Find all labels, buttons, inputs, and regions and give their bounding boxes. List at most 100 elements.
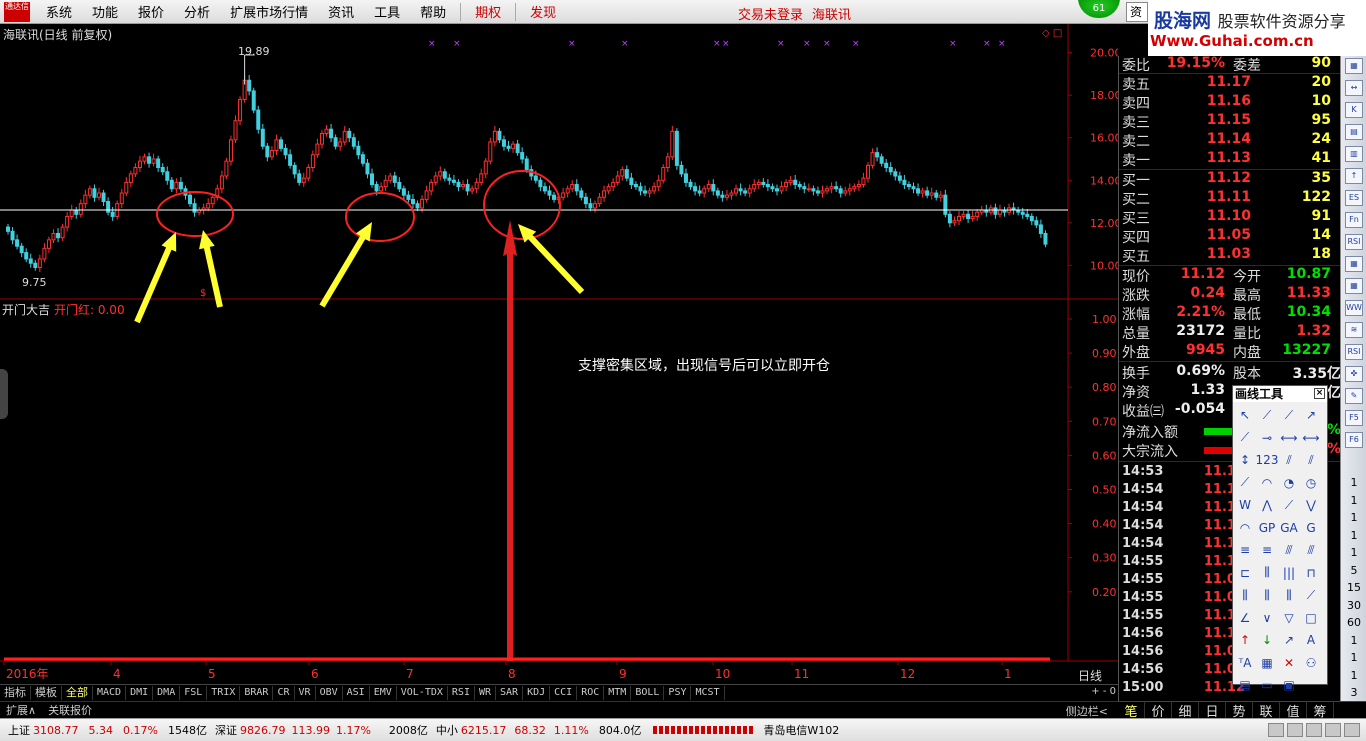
period-shortcut[interactable]: 60 — [1341, 616, 1366, 629]
menu-news[interactable]: 资讯 — [318, 2, 364, 21]
kline-chart-area[interactable]: 20.00 18.00 16.00 14.00 12.00 10.00 1.00 0.90 0.… — [0, 24, 1118, 685]
sell-level-row[interactable]: 卖三 11.15 95 — [1119, 112, 1341, 131]
draw-box-icon[interactable]: ⊓ — [1300, 562, 1322, 584]
mini-tab-detail[interactable]: 细 — [1172, 700, 1199, 720]
draw-text-a-icon[interactable]: A — [1300, 629, 1322, 651]
sell-level-row[interactable]: 卖四 11.16 10 — [1119, 93, 1341, 112]
menu-ext-market[interactable]: 扩展市场行情 — [220, 2, 318, 21]
period-label[interactable]: 日线 — [1078, 667, 1102, 684]
period-shortcut[interactable]: 1 — [1341, 634, 1366, 647]
period-shortcut[interactable]: 1 — [1341, 529, 1366, 542]
mini-tab-tick[interactable]: 笔 — [1118, 700, 1145, 720]
draw-golden-gp-icon[interactable]: GP — [1256, 517, 1278, 539]
ww-toolbar-icon[interactable]: WW — [1345, 300, 1363, 316]
draw-gann-2-icon[interactable]: ⫻ — [1300, 539, 1322, 561]
sz-index-label[interactable]: 深证 — [215, 722, 237, 738]
tab-macd[interactable]: MACD — [93, 685, 127, 700]
grid-toolbar-icon[interactable]: ▦ — [1345, 256, 1363, 272]
tab-mtm[interactable]: MTM — [604, 685, 632, 700]
menu-discover[interactable]: 发现 — [520, 2, 566, 21]
kline-toolbar-icon[interactable]: K — [1345, 102, 1363, 118]
draw-circle-icon[interactable]: ◔ — [1278, 472, 1300, 494]
period-shortcut[interactable]: 5 — [1341, 564, 1366, 577]
tab-dma[interactable]: DMA — [153, 685, 181, 700]
tab-indicator[interactable]: 指标 — [0, 685, 31, 700]
f5-toolbar-icon[interactable]: F5 — [1345, 410, 1363, 426]
tab-vr[interactable]: VR — [295, 685, 316, 700]
tab-kdj[interactable]: KDJ — [523, 685, 551, 700]
tab-psy[interactable]: PSY — [664, 685, 692, 700]
tab-fsl[interactable]: FSL — [180, 685, 208, 700]
period-shortcut[interactable]: 15 — [1341, 581, 1366, 594]
draw-check-icon[interactable]: ∨ — [1256, 607, 1278, 629]
tab-all[interactable]: 全部 — [62, 685, 93, 700]
drawing-tools-palette[interactable]: 画线工具 × ↖ ⟋ ⟋ ↗ ⟋ ⊸ ⟷ ⟷ ↕ 123 ⫽ ⫽ ⟋ ◠ ◔ ◷ W ⋀ ⟋ ⋁ ◠ GP GA G ≡ ≡ ⫻ ⫻ ⊏… — [1232, 385, 1328, 692]
draw-select-icon[interactable]: ↖ — [1234, 404, 1256, 426]
tab-template[interactable]: 模板 — [31, 685, 62, 700]
tab-sar[interactable]: SAR — [496, 685, 524, 700]
draw-cycle-icon[interactable]: ⫼ — [1256, 562, 1278, 584]
calculator-icon[interactable] — [1306, 723, 1322, 737]
draw-period-3-icon[interactable]: ⫼ — [1278, 584, 1300, 606]
buy-level-row[interactable]: 买五 11.03 18 — [1119, 246, 1341, 265]
menu-analysis[interactable]: 分析 — [174, 2, 220, 21]
draw-period-icon[interactable]: ⫼ — [1234, 584, 1256, 606]
search-input[interactable]: 资 — [1126, 2, 1148, 22]
tab-cr[interactable]: CR — [273, 685, 295, 700]
draw-parallel-icon[interactable]: ⫽ — [1278, 449, 1300, 471]
draw-clock-icon[interactable]: ◷ — [1300, 472, 1322, 494]
buy-level-row[interactable]: 买一 11.12 35 — [1119, 170, 1341, 189]
tab-roc[interactable]: ROC — [577, 685, 605, 700]
draw-grid-icon[interactable]: ▦ — [1256, 652, 1278, 674]
sell-level-row[interactable]: 卖五 11.17 20 — [1119, 74, 1341, 93]
sh-index-label[interactable]: 上证 — [8, 722, 30, 738]
draw-text-ta-icon[interactable]: ᵀA — [1234, 652, 1256, 674]
draw-period-2-icon[interactable]: ⫼ — [1256, 584, 1278, 606]
wave-toolbar-icon[interactable]: ≋ — [1345, 322, 1363, 338]
es-toolbar-icon[interactable]: ES — [1345, 190, 1363, 206]
draw-triangle-icon[interactable]: ▽ — [1278, 607, 1300, 629]
tab-brar[interactable]: BRAR — [240, 685, 274, 700]
draw-arrow-line-icon[interactable]: ↗ — [1300, 404, 1322, 426]
draw-trend-icon[interactable]: ⟋ — [1234, 472, 1256, 494]
draw-ray-icon[interactable]: ⟋ — [1278, 404, 1300, 426]
buy-level-row[interactable]: 买二 11.11 122 — [1119, 189, 1341, 208]
mini-tab-daily[interactable]: 日 — [1199, 700, 1226, 720]
buy-level-row[interactable]: 买三 11.10 91 — [1119, 208, 1341, 227]
left-panel-handle[interactable] — [0, 369, 8, 419]
related-quote-button[interactable]: 关联报价 — [42, 702, 98, 718]
draw-arc-2-icon[interactable]: ◠ — [1234, 517, 1256, 539]
draw-hline-icon[interactable]: ⊸ — [1256, 427, 1278, 449]
draw-ruler-icon[interactable]: ▭ — [1256, 674, 1278, 696]
server-name[interactable]: 青岛电信W102 — [763, 722, 839, 738]
tab-mcst[interactable]: MCST — [691, 685, 725, 700]
notification-badge[interactable]: 61 — [1078, 0, 1120, 18]
tab-rsi[interactable]: RSI — [448, 685, 475, 700]
f6-toolbar-icon[interactable]: F6 — [1345, 432, 1363, 448]
draw-angle-2-icon[interactable]: ∠ — [1234, 607, 1256, 629]
trade-login-status[interactable]: 交易未登录 — [738, 4, 803, 23]
menu-help[interactable]: 帮助 — [410, 2, 456, 21]
expand-button[interactable]: 扩展∧ — [0, 702, 42, 718]
draw-arc-icon[interactable]: ◠ — [1256, 472, 1278, 494]
draw-blank-icon[interactable] — [1300, 674, 1322, 696]
tab-boll[interactable]: BOLL — [631, 685, 665, 700]
draw-wave-m-icon[interactable]: ⋀ — [1256, 494, 1278, 516]
period-shortcut[interactable]: 1 — [1341, 511, 1366, 524]
menu-tools[interactable]: 工具 — [364, 2, 410, 21]
draw-vline-icon[interactable]: ↕ — [1234, 449, 1256, 471]
draw-gann-icon[interactable]: ⫻ — [1278, 539, 1300, 561]
buy-level-row[interactable]: 买四 11.05 14 — [1119, 227, 1341, 246]
tab-trix[interactable]: TRIX — [207, 685, 241, 700]
period-shortcut[interactable]: 1 — [1341, 476, 1366, 489]
period-shortcut[interactable]: 1 — [1341, 669, 1366, 682]
f10-toolbar-icon[interactable]: ▤ — [1345, 124, 1363, 140]
rsi-2-toolbar-icon[interactable]: RSI — [1345, 344, 1363, 360]
quote-toolbar-icon[interactable]: ▦ — [1345, 58, 1363, 74]
draw-wave-w-icon[interactable]: W — [1234, 494, 1256, 516]
window-icon[interactable] — [1325, 723, 1341, 737]
sector-toolbar-icon[interactable]: ▥ — [1345, 146, 1363, 162]
mini-tab-linked[interactable]: 联 — [1253, 700, 1280, 720]
tab-scroll-controls[interactable]: + - 0 — [1091, 686, 1116, 697]
period-shortcut[interactable]: 3 — [1341, 686, 1366, 699]
